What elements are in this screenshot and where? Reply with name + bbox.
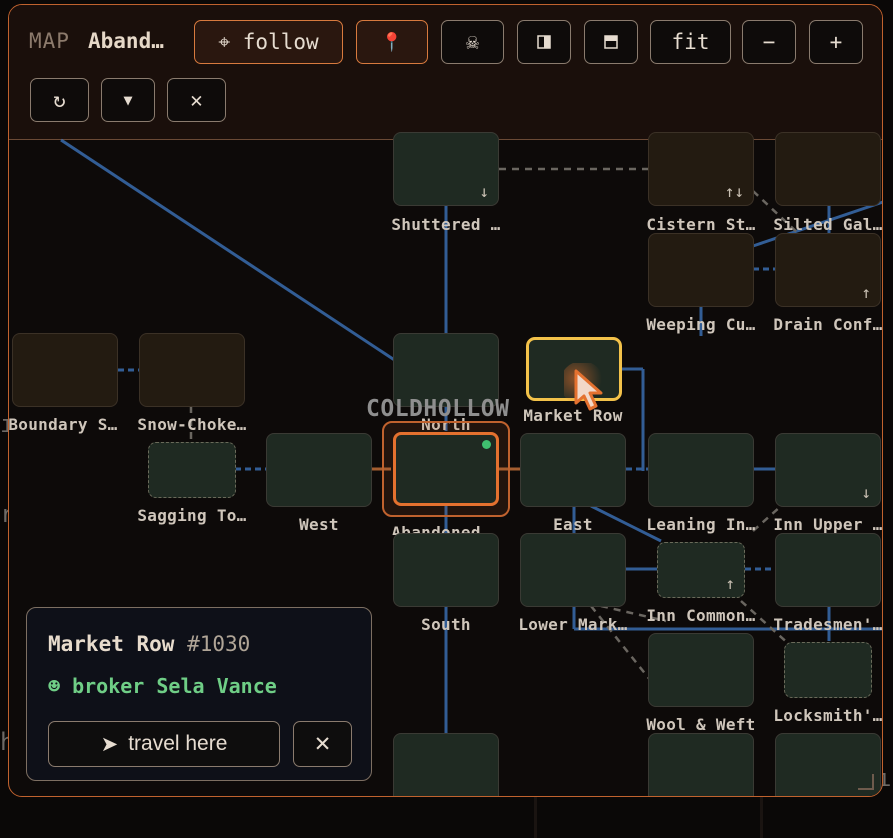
map-window: MAP Aband… ⌖ follow 📍 ☠ fit − + ↻ ▼ ✕ ↓ … — [8, 4, 883, 797]
room-label-snowchoked: Snow-Choke… — [137, 415, 247, 434]
room-label-tradesmen: Tradesmen'… — [773, 615, 883, 634]
room-tradesmen[interactable] — [775, 533, 881, 607]
resize-handle[interactable] — [858, 774, 874, 790]
room-shuttered[interactable]: ↓ — [393, 132, 499, 206]
room-label-sagging: Sagging To… — [137, 506, 247, 525]
up-arrow-icon: ↑ — [861, 283, 871, 302]
popup-room-name: Market Row — [48, 632, 175, 656]
room-label-boundary: Boundary S… — [8, 415, 118, 434]
room-label-leaning: Leaning In… — [646, 515, 756, 534]
room-label-weeping: Weeping Cu… — [646, 315, 756, 334]
room-label-cistern: Cistern St… — [646, 215, 756, 234]
room-label-locksmith: Locksmith'… — [773, 706, 883, 725]
travel-here-button[interactable]: ➤ travel here — [48, 721, 280, 767]
room-label-shuttered: Shuttered … — [391, 215, 501, 234]
room-weeping[interactable] — [648, 233, 754, 307]
room-inn-common[interactable]: ↑ — [657, 542, 745, 598]
room-silted[interactable] — [775, 132, 881, 206]
travel-arrow-icon: ➤ — [100, 732, 119, 756]
room-label-inn-common: Inn Common… — [646, 606, 756, 625]
room-bottom-south[interactable] — [393, 733, 499, 796]
background-strip — [534, 797, 537, 838]
room-boundary[interactable] — [12, 333, 118, 407]
room-south[interactable] — [393, 533, 499, 607]
room-label-east: East — [553, 515, 593, 534]
room-lower-market[interactable] — [520, 533, 626, 607]
popup-npc[interactable]: ☻ broker Sela Vance — [48, 674, 277, 698]
region-label: COLDHOLLOW — [366, 396, 510, 422]
popup-room-title: Market Row #1030 — [48, 632, 250, 656]
room-inn-upper[interactable]: ↓ — [775, 433, 881, 507]
mouse-pointer-icon — [564, 363, 604, 411]
room-locksmith[interactable] — [784, 642, 872, 698]
room-label-wool-weft: Wool & Weft — [646, 715, 756, 734]
room-east[interactable] — [520, 433, 626, 507]
room-label-west: West — [299, 515, 339, 534]
room-bottom-wool[interactable] — [648, 733, 754, 796]
room-info-popup: Market Row #1030 ☻ broker Sela Vance ➤ t… — [26, 607, 372, 781]
room-drain[interactable]: ↑ — [775, 233, 881, 307]
room-label-lower-market: Lower Mark… — [518, 615, 628, 634]
player-location-dot — [482, 440, 491, 449]
travel-here-label: travel here — [128, 732, 228, 755]
room-abandoned-current[interactable] — [393, 432, 499, 506]
room-sagging[interactable] — [148, 442, 236, 498]
room-snowchoked[interactable] — [139, 333, 245, 407]
down-arrow-icon: ↓ — [479, 182, 489, 201]
popup-close-button[interactable]: ✕ — [293, 721, 352, 767]
room-cistern[interactable]: ↑↓ — [648, 132, 754, 206]
room-label-silted: Silted Gal… — [773, 215, 883, 234]
up-down-arrow-icon: ↑↓ — [724, 182, 744, 201]
room-wool-weft[interactable] — [648, 633, 754, 707]
popup-room-id: #1030 — [187, 632, 251, 656]
room-label-drain: Drain Conf… — [773, 315, 883, 334]
room-label-south: South — [421, 615, 471, 634]
down-arrow-icon: ↓ — [861, 483, 871, 502]
room-west[interactable] — [266, 433, 372, 507]
room-leaning[interactable] — [648, 433, 754, 507]
up-arrow-icon: ↑ — [725, 574, 735, 593]
room-label-inn-upper: Inn Upper … — [773, 515, 883, 534]
background-strip — [760, 797, 763, 838]
close-icon: ✕ — [313, 732, 332, 756]
